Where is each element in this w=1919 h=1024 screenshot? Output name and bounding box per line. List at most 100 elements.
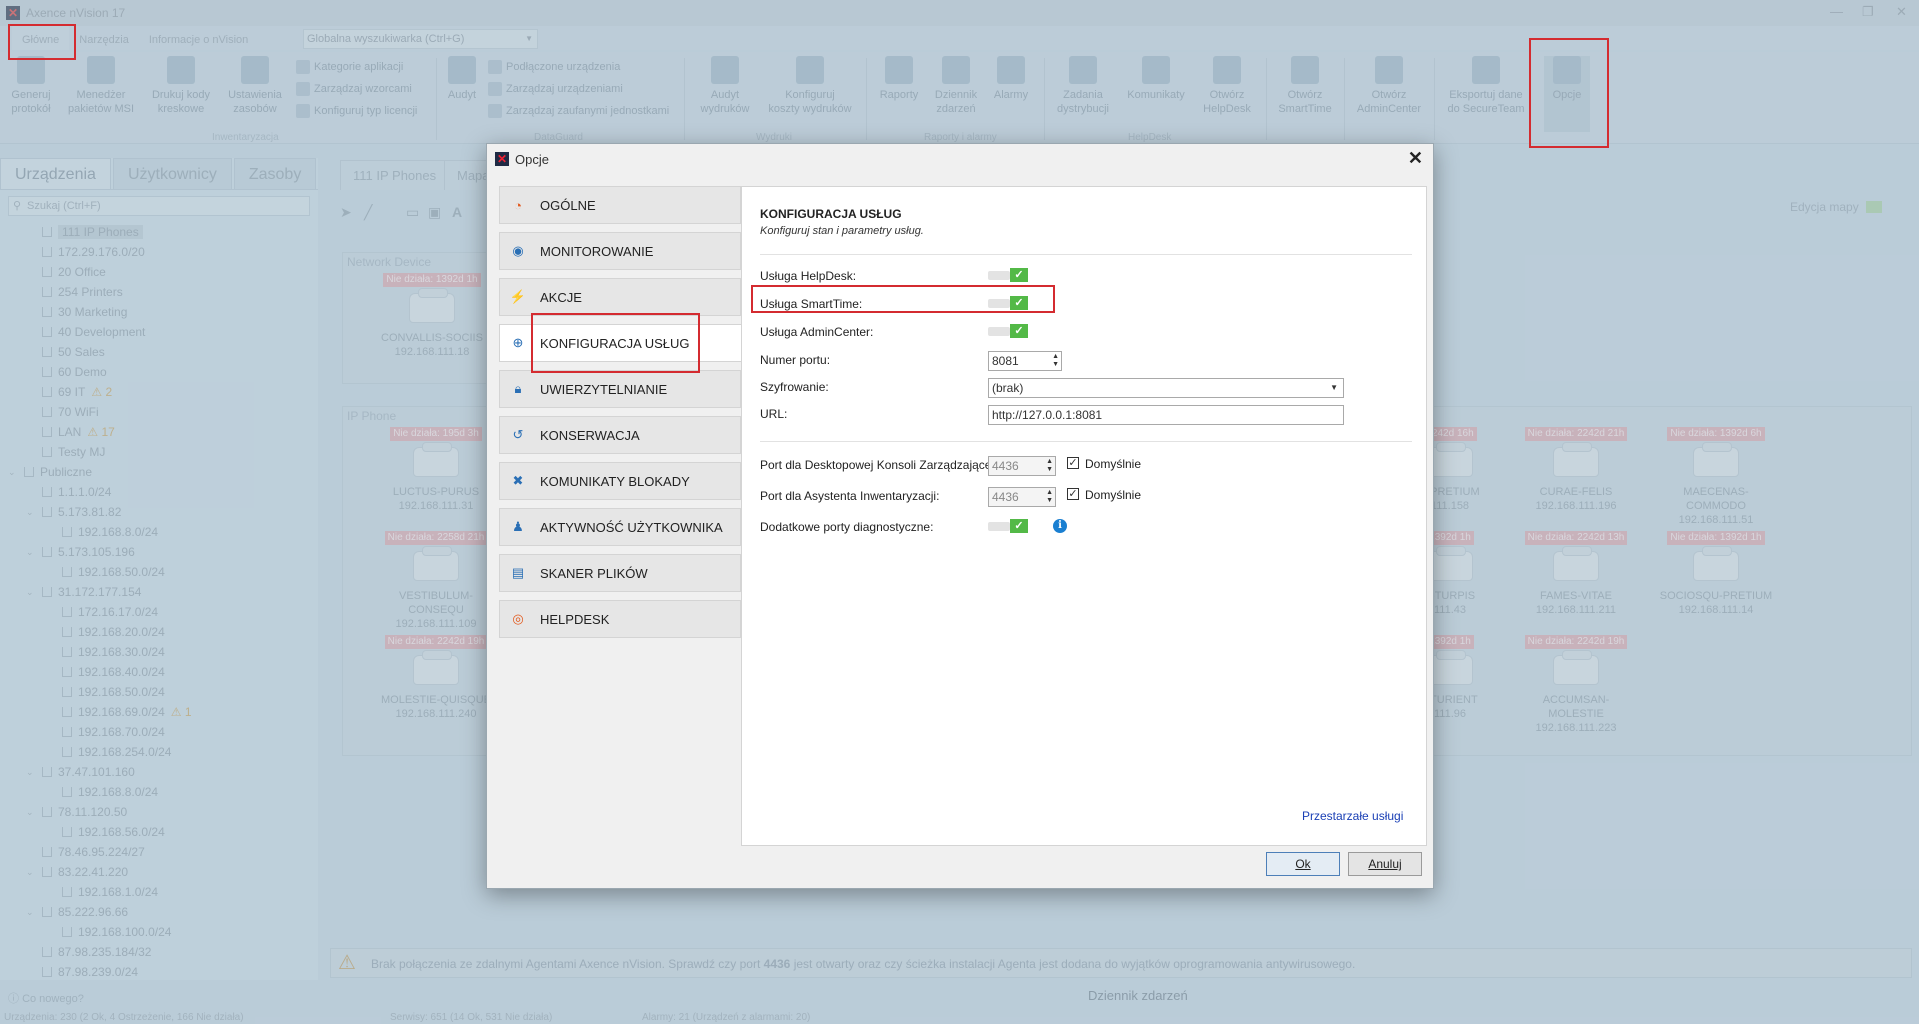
chevron-down-icon[interactable]: ⌄ [26,542,34,562]
close-icon[interactable]: ✕ [1408,148,1423,169]
tree-item[interactable]: 192.168.50.0/24 [0,682,318,702]
menu-tab-narzedzia[interactable]: Narzędzia [69,26,139,50]
nav-item-services-globe[interactable]: ⊕ KONFIGURACJA USŁUG [499,324,747,362]
console-port-stepper[interactable]: 4436 ▲ ▼ [988,456,1056,476]
device-card[interactable]: Nie działa: 2242d 19h ACCUMSAN-MOLESTIE 19… [1516,634,1636,735]
tree-item[interactable]: 78.46.95.224/27 [0,842,318,862]
tree-item[interactable]: LAN ⚠ 17 [0,422,318,442]
deprecated-services-link[interactable]: Przestarzałe usługi [1302,809,1403,823]
admincenter-toggle[interactable]: ✓ [988,324,1028,338]
nav-item-user-activity[interactable]: ♟ AKTYWNOŚĆ UŻYTKOWNIKA [499,508,741,546]
ribbon-license-type-button[interactable]: Konfiguruj typ licencji [296,104,417,118]
ribbon-print-barcodes-button[interactable]: Drukuj kody kreskowe [146,56,216,116]
tree-item[interactable]: ⌄ 83.22.41.220 [0,862,318,882]
helpdesk-toggle[interactable]: ✓ [988,268,1028,282]
tree-item[interactable]: ⌄ 5.173.81.82 [0,502,318,522]
tree-item[interactable]: 69 IT ⚠ 2 [0,382,318,402]
tree-item[interactable]: 50 Sales [0,342,318,362]
ribbon-trusted-units-button[interactable]: Zarządzaj zaufanymi jednostkami [488,104,669,118]
ribbon-connected-devices-button[interactable]: Podłączone urządzenia [488,60,620,74]
tree-item[interactable]: ⌄ Publiczne [0,462,318,482]
ribbon-audit-button[interactable]: Audyt [442,56,482,102]
chevron-down-icon[interactable]: ⌄ [26,762,34,782]
device-card[interactable]: Nie działa: 2242d 13h FAMES-VITAE 192.168.… [1516,530,1636,617]
tree-item[interactable]: 192.168.69.0/24 ⚠ 1 [0,702,318,722]
chevron-down-icon[interactable]: ⌄ [26,502,34,522]
tree-item[interactable]: ⌄ 78.11.120.50 [0,802,318,822]
ribbon-generate-protocol-button[interactable]: Generuj protokół [6,56,56,116]
tab-resources[interactable]: Zasoby [233,158,317,189]
nav-item-monitoring-eye[interactable]: ◉ MONITOROWANIE [499,232,741,270]
line-tool-icon[interactable]: ╱ [364,204,372,221]
nav-item-maintenance-history[interactable]: ↺ KONSERWACJA [499,416,741,454]
ribbon-open-smarttime-button[interactable]: Otwórz SmartTime [1272,56,1338,116]
device-card[interactable]: Nie działa: 1392d 1h CONVALLIS-SOCIIS 192.… [372,272,492,359]
tree-item[interactable]: 192.168.30.0/24 [0,642,318,662]
nav-item-general-chart[interactable]: ◔ OGÓLNE [499,186,741,224]
chevron-down-icon[interactable]: ⌄ [26,582,34,602]
tree-item[interactable]: 87.98.235.184/32 [0,942,318,962]
tree-item[interactable]: 60 Demo [0,362,318,382]
ribbon-resources-settings-button[interactable]: Ustawienia zasobów [222,56,288,116]
tree-item[interactable]: 192.168.40.0/24 [0,662,318,682]
device-card[interactable]: Nie działa: 2258d 21h VESTIBULUM-CONSEQU 1… [376,530,496,631]
tree-item[interactable]: 254 Printers [0,282,318,302]
rectangle-tool-icon[interactable]: ▭ [406,204,419,221]
inventory-port-default-checkbox[interactable]: ✓ [1067,488,1079,500]
device-card[interactable]: Nie działa: 1392d 6h MAECENAS-COMMODO 192.… [1656,426,1776,527]
device-card[interactable]: Nie działa: 1392d 1h SOCIOSQU-PRETIUM 192.… [1656,530,1776,617]
ribbon-app-categories-button[interactable]: Kategorie aplikacji [296,60,403,74]
global-search-input[interactable]: Globalna wyszukiwarka (Ctrl+G) ▼ [303,29,538,49]
chevron-down-icon[interactable]: ⌄ [26,862,34,882]
tree-item[interactable]: 111 IP Phones [0,222,318,242]
image-tool-icon[interactable]: ▣ [428,204,441,221]
ribbon-export-secureteam-button[interactable]: Eksportuj dane do SecureTeam [1440,56,1532,116]
console-port-default-checkbox[interactable]: ✓ [1067,457,1079,469]
event-log-panel-title[interactable]: Dziennik zdarzeń [1088,988,1188,1003]
tree-item[interactable]: 192.168.56.0/24 [0,822,318,842]
whats-new-link[interactable]: ⓘ Co nowego? [0,990,318,1008]
device-card[interactable]: Nie działa: 2242d 21h CURAE-FELIS 192.168.… [1516,426,1636,513]
tree-search-input[interactable]: ⚲ Szukaj (Ctrl+F) [8,196,310,216]
tree-item[interactable]: 192.168.100.0/24 [0,922,318,942]
tab-devices[interactable]: Urządzenia [0,158,111,189]
map-edit-toggle[interactable]: Edycja mapy [1790,200,1883,214]
device-card[interactable]: Nie działa: 2242d 19h MOLESTIE-QUISQUE 192… [376,634,496,721]
inventory-port-stepper[interactable]: 4436 ▲ ▼ [988,487,1056,507]
menu-tab-glowne[interactable]: Główne [12,26,70,50]
tree-item[interactable]: 192.168.70.0/24 [0,722,318,742]
ribbon-options-button[interactable]: Opcje [1544,56,1590,132]
tree-item[interactable]: 30 Marketing [0,302,318,322]
ribbon-event-log-button[interactable]: Dziennik zdarzeń [928,56,984,116]
tree-item[interactable]: 172.16.17.0/24 [0,602,318,622]
chevron-down-icon[interactable]: ⌄ [26,802,34,822]
tree-item[interactable]: ⌄ 31.172.177.154 [0,582,318,602]
tree-item[interactable]: 1.1.1.0/24 [0,482,318,502]
close-window-icon[interactable]: ✕ [1896,4,1907,20]
tree-item[interactable]: 192.168.1.0/24 [0,882,318,902]
ribbon-manage-patterns-button[interactable]: Zarządzaj wzorcami [296,82,412,96]
tab-users[interactable]: Użytkownicy [112,158,232,189]
cancel-button[interactable]: Anuluj [1348,852,1422,876]
ribbon-open-admincenter-button[interactable]: Otwórz AdminCenter [1350,56,1428,116]
tree-item[interactable]: 87.98.239.0/24 [0,962,318,982]
minimize-icon[interactable]: — [1830,4,1843,19]
ribbon-msi-manager-button[interactable]: Menedżer pakietów MSI [66,56,136,116]
chevron-down-icon[interactable]: ⌄ [26,902,34,922]
tree-item[interactable]: 70 WiFi [0,402,318,422]
tree-item[interactable]: ⌄ 37.47.101.160 [0,762,318,782]
tree-item[interactable]: 172.29.176.0/20 [0,242,318,262]
nav-item-file-scanner[interactable]: ▤ SKANER PLIKÓW [499,554,741,592]
text-tool-icon[interactable]: A [452,204,462,220]
stepper-arrows-icon[interactable]: ▲ ▼ [1046,458,1053,474]
tree-item[interactable]: ⌄ 5.173.105.196 [0,542,318,562]
tree-item[interactable]: 40 Development [0,322,318,342]
encryption-select[interactable]: (brak) ▼ [988,378,1344,398]
tree-item[interactable]: 192.168.50.0/24 [0,562,318,582]
stepper-arrows-icon[interactable]: ▲ ▼ [1046,489,1053,505]
ribbon-alarms-button[interactable]: Alarmy [986,56,1036,102]
ribbon-distribution-tasks-button[interactable]: Zadania dystrybucji [1050,56,1116,116]
tree-item[interactable]: 192.168.254.0/24 [0,742,318,762]
tab-ip-phones[interactable]: 111 IP Phones [340,160,450,190]
tree-item[interactable]: 20 Office [0,262,318,282]
